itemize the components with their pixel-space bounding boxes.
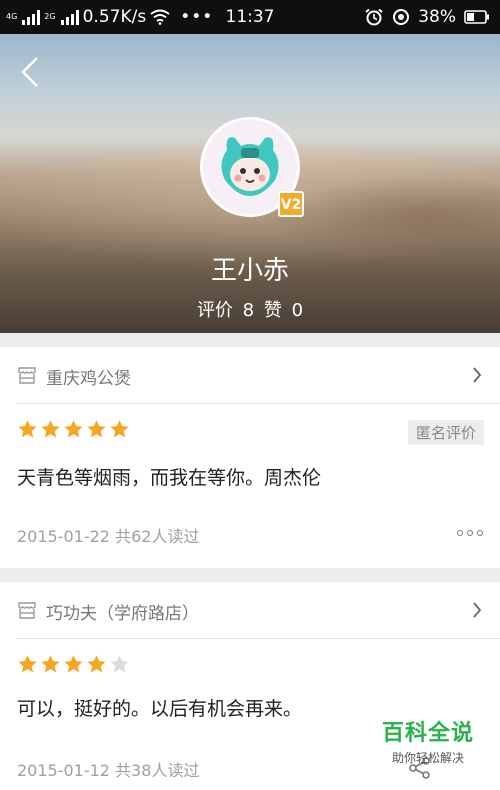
star-filled-icon <box>64 655 83 673</box>
star-filled-icon <box>110 420 129 438</box>
more-options-button[interactable] <box>457 530 483 536</box>
anonymous-tag: 匿名评价 <box>407 420 484 445</box>
shop-name: 巧功夫（学府路店） <box>46 604 199 624</box>
user-name: 王小赤 <box>210 256 289 286</box>
star-filled-icon <box>64 420 83 438</box>
review-count: 8 <box>242 300 255 321</box>
status-bar: 4G 2G 0.57K/s ••• 11:37 38% <box>0 0 500 34</box>
chevron-right-icon <box>473 602 482 618</box>
like-count-label: 赞 <box>263 300 282 321</box>
star-filled-icon <box>18 420 37 438</box>
dot-icon <box>457 530 463 536</box>
star-filled-icon <box>41 655 60 673</box>
review-date: 2015-01-12 <box>17 761 110 780</box>
watermark-title: 百科全说 <box>381 721 474 746</box>
review-text[interactable]: 天青色等烟雨，而我在等你。周杰伦 <box>17 463 321 490</box>
rating-stars <box>17 419 130 440</box>
battery-level: 38% <box>418 7 456 27</box>
store-icon <box>18 602 36 619</box>
alarm-icon <box>365 8 383 26</box>
watermark-logo: 百科全说 助你轻松解决 <box>358 715 498 765</box>
store-icon <box>18 367 36 384</box>
battery-icon <box>464 10 489 24</box>
review-date: 2015-01-22 <box>17 527 110 546</box>
divider <box>17 403 500 404</box>
review-count-label: 评价 <box>196 300 233 321</box>
location-icon <box>393 9 410 25</box>
read-count: 共38人读过 <box>115 761 200 780</box>
user-stats: 评价 8 赞 0 <box>0 296 500 322</box>
review-text[interactable]: 可以，挺好的。以后有机会再来。 <box>17 694 302 721</box>
dot-icon <box>467 530 473 536</box>
review-meta: 2015-01-12 共38人读过 <box>17 757 199 781</box>
shop-row[interactable]: 巧功夫（学府路店） <box>0 582 500 638</box>
like-count: 0 <box>291 300 304 321</box>
shop-name: 重庆鸡公煲 <box>46 369 131 389</box>
shop-row[interactable]: 重庆鸡公煲 <box>0 347 500 403</box>
star-empty-icon <box>110 655 129 673</box>
star-filled-icon <box>18 655 37 673</box>
star-filled-icon <box>87 655 106 673</box>
chevron-right-icon <box>473 367 482 383</box>
star-filled-icon <box>41 420 60 438</box>
star-filled-icon <box>87 420 106 438</box>
level-badge: V2 <box>278 191 304 217</box>
read-count: 共62人读过 <box>115 527 200 546</box>
review-meta: 2015-01-22 共62人读过 <box>17 523 199 547</box>
dot-icon <box>477 530 483 536</box>
rating-stars <box>17 654 130 675</box>
divider <box>17 638 500 639</box>
back-button[interactable] <box>10 52 50 92</box>
watermark-subtitle: 助你轻松解决 <box>391 751 464 765</box>
review-card[interactable]: 重庆鸡公煲 匿名评价 天青色等烟雨，而我在等你。周杰伦 2015-01-22 共… <box>0 347 500 568</box>
chevron-left-icon <box>21 57 38 87</box>
profile-header: V2 王小赤 评价 8 赞 0 <box>0 0 500 333</box>
